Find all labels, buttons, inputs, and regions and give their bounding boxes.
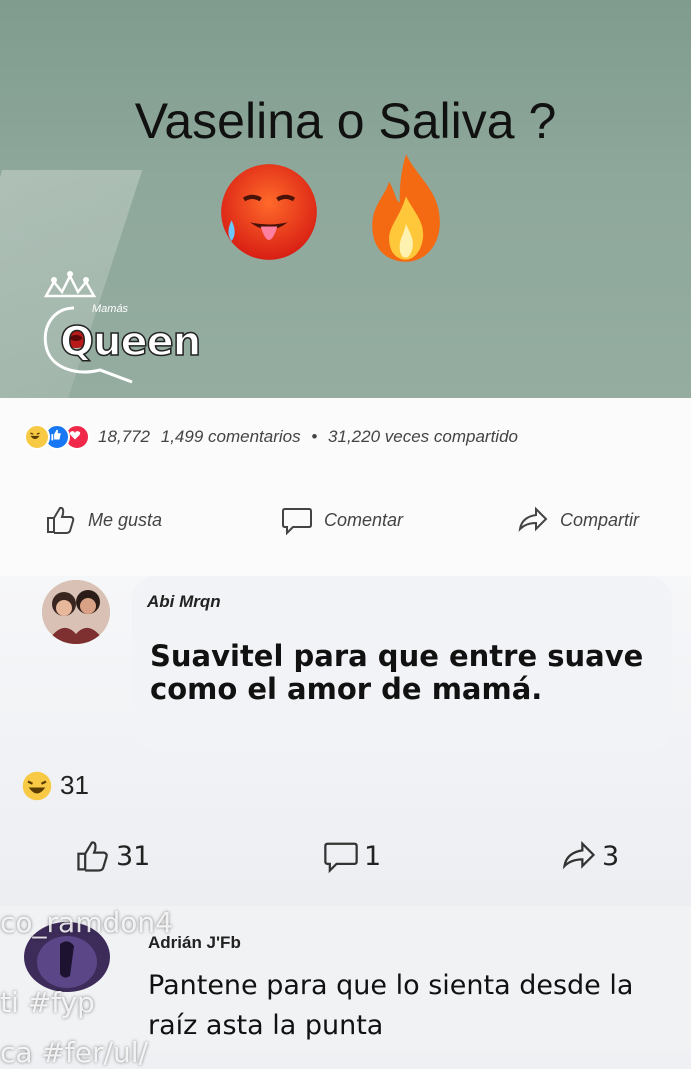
comment-reaction-summary[interactable]: 31: [22, 770, 89, 801]
comment-reaction-count: 31: [60, 770, 89, 800]
post-headline: Vaselina o Saliva ?: [134, 93, 557, 149]
avatar[interactable]: [42, 580, 110, 644]
thumbs-up-icon: [77, 841, 108, 872]
thumbs-up-icon: [47, 506, 75, 534]
like-button[interactable]: Me gusta: [44, 500, 162, 540]
overlay-username: co_ramdon4: [0, 906, 173, 939]
like-label: Me gusta: [88, 509, 163, 530]
comment-author[interactable]: Abi Mrqn: [147, 592, 221, 612]
logo-subtitle: Mamás: [92, 303, 129, 315]
comment-like-count: 31: [116, 840, 151, 872]
comment-reply-count: 1: [364, 840, 382, 872]
comment-reply-button[interactable]: 1: [322, 836, 381, 876]
logo-text: Queen: [59, 318, 202, 366]
comment-share-count: 3: [602, 840, 620, 872]
share-arrow-icon: [562, 841, 596, 870]
comment-text: Suavitel para que entre suave como el am…: [150, 639, 644, 706]
overlay-hashtags: ti #fyp: [0, 986, 95, 1019]
comment-label: Comentar: [324, 509, 404, 530]
share-arrow-icon: [518, 506, 548, 532]
comment-button[interactable]: Comentar: [280, 500, 403, 540]
post-image[interactable]: Vaselina o Saliva ? Mamás Queen: [0, 0, 691, 398]
comments-count[interactable]: 1,499 comentarios: [161, 427, 301, 446]
share-button[interactable]: Compartir: [516, 500, 639, 540]
comment-like-button[interactable]: 31: [74, 836, 150, 876]
stats-separator: •: [311, 427, 318, 446]
laughing-emoji-icon: [22, 771, 52, 800]
comment-bubble-icon: [282, 508, 312, 536]
comment-share-button[interactable]: 3: [560, 836, 619, 876]
comment-actions: 31 1 3: [0, 836, 691, 876]
fire-emoji-icon: [372, 154, 440, 262]
share-label: Compartir: [560, 509, 640, 530]
shares-count[interactable]: 31,220 veces compartido: [328, 427, 518, 446]
hot-face-emoji-icon: [221, 164, 317, 260]
reactions-count[interactable]: 18,772: [98, 427, 150, 446]
post-actions: Me gusta Comentar Compartir: [0, 500, 691, 540]
comment-2-text: Pantene para que lo sienta desde la raíz…: [148, 970, 634, 1041]
reaction-stats[interactable]: 18,772 1,499 comentarios • 31,220 veces …: [24, 424, 524, 450]
haha-reaction-icon: [24, 424, 50, 450]
comment-bubble-icon: [324, 842, 358, 874]
